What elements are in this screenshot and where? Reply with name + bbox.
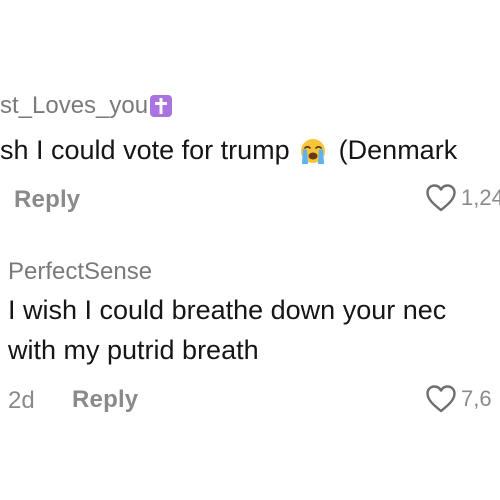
comment-text: sh I could vote for trump (Denmark — [0, 130, 457, 170]
heart-outline-icon — [426, 385, 456, 413]
comment-username[interactable]: PerfectSense — [8, 258, 152, 286]
comment-text-line: with my putrid breath — [8, 335, 259, 365]
reply-button[interactable]: Reply — [14, 186, 80, 214]
like-button[interactable]: 1,24 — [425, 183, 500, 213]
like-button[interactable]: 7,6 — [425, 384, 492, 414]
heart-outline-icon — [426, 184, 456, 212]
comment-text-part: (Denmark — [338, 135, 458, 165]
like-count: 7,6 — [461, 386, 492, 411]
loudly-crying-face-icon — [301, 138, 326, 164]
latin-cross-icon — [150, 95, 173, 117]
comment-item: st_Loves_you sh I could vote for trump (… — [0, 0, 500, 240]
like-count: 1,24 — [461, 185, 500, 210]
comment-text-line: I wish I could breathe down your nec — [8, 295, 447, 325]
comment-text-part: sh I could vote for trump — [0, 135, 290, 165]
reply-button[interactable]: Reply — [72, 386, 138, 414]
comment-item: PerfectSense I wish I could breathe down… — [0, 240, 500, 500]
comment-username-row[interactable]: st_Loves_you — [0, 92, 173, 120]
comment-age: 2d — [8, 387, 35, 414]
comment-username[interactable]: st_Loves_you — [0, 92, 148, 120]
